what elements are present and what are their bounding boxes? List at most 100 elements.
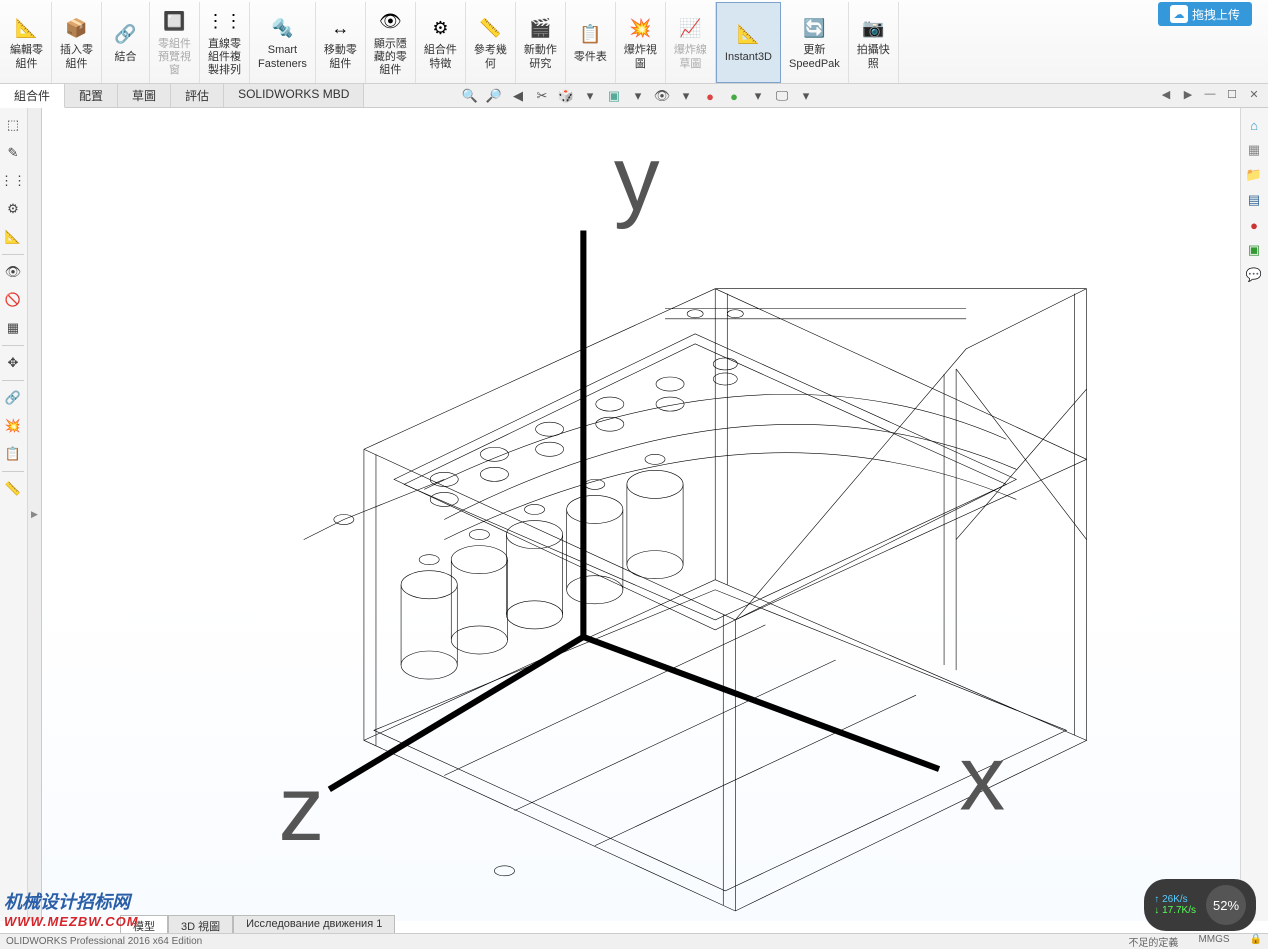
viewport-next-icon[interactable]: ▶ <box>1180 86 1196 102</box>
ribbon-icon: ⋮⋮ <box>211 8 239 36</box>
ribbon-icon: ⚙ <box>426 14 454 42</box>
sketch-icon[interactable]: ✎ <box>2 142 24 164</box>
speed-readout: ↑ 26K/s ↓ 17.7K/s <box>1154 894 1196 916</box>
file-explorer-icon[interactable]: 📁 <box>1243 164 1265 186</box>
ribbon-icon: ↔ <box>326 14 354 42</box>
status-units[interactable]: MMGS <box>1198 934 1229 949</box>
edit-appearance-icon[interactable]: ● <box>700 87 720 105</box>
cloud-icon: ☁ <box>1170 5 1188 23</box>
ribbon-更新speedpak[interactable]: 🔄更新 SpeedPak <box>781 2 849 83</box>
mate-icon[interactable]: 🔗 <box>2 387 24 409</box>
hide-show-icon[interactable]: 👁 <box>652 87 672 105</box>
move-icon[interactable]: ✥ <box>2 352 24 374</box>
ribbon-icon: 📏 <box>476 14 504 42</box>
ribbon-label: 零組件 預覽視 窗 <box>158 38 191 78</box>
view-orient-icon[interactable]: 🎲 <box>556 87 576 105</box>
tab-草圖[interactable]: 草圖 <box>118 84 171 107</box>
tab-配置[interactable]: 配置 <box>65 84 118 107</box>
svg-text:y: y <box>614 128 660 230</box>
watermark-logo: 机械设计招标网 WWW.MEZBW.COM <box>4 888 139 929</box>
ribbon-instant3d[interactable]: 📐 Instant3D <box>716 2 781 83</box>
isolate-icon[interactable]: ▦ <box>2 317 24 339</box>
separator-icon <box>2 254 24 255</box>
ribbon-移動零組件[interactable]: ↔移動零 組件 <box>316 2 366 83</box>
bottom-tab-Исследование движения 1[interactable]: Исследование движения 1 <box>233 915 395 935</box>
chevron-down-icon[interactable]: ▾ <box>628 87 648 105</box>
watermark-line2: WWW.MEZBW.COM <box>4 914 139 929</box>
ribbon-組合件特徵[interactable]: ⚙組合件 特徵 <box>416 2 466 83</box>
close-icon[interactable]: ✕ <box>1246 86 1262 102</box>
design-lib-icon[interactable]: ▦ <box>1243 139 1265 161</box>
chevron-down-icon[interactable]: ▾ <box>748 87 768 105</box>
status-flag-icon[interactable]: 🔒 <box>1250 934 1262 949</box>
workspace: ⬚ ✎ ⋮⋮ ⚙ 📐 👁 🚫 ▦ ✥ 🔗 💥 📋 📏 ▶ <box>0 108 1268 921</box>
ribbon-icon: 📈 <box>676 14 704 42</box>
ribbon-smartfasteners[interactable]: 🔩Smart Fasteners <box>250 2 316 83</box>
ribbon-icon: 🔗 <box>112 21 140 49</box>
forum-icon[interactable]: 💬 <box>1243 264 1265 286</box>
network-speed-widget[interactable]: ↑ 26K/s ↓ 17.7K/s 52% <box>1144 879 1256 931</box>
view-palette-icon[interactable]: ▤ <box>1243 189 1265 211</box>
display-style-icon[interactable]: ▣ <box>604 87 624 105</box>
ribbon-icon: 🎬 <box>526 14 554 42</box>
3d-viewport[interactable]: y x z <box>42 108 1268 921</box>
measure-icon[interactable]: 📏 <box>2 478 24 500</box>
bom-icon[interactable]: 📋 <box>2 443 24 465</box>
chevron-down-icon[interactable]: ▾ <box>580 87 600 105</box>
tab-組合件[interactable]: 組合件 <box>0 84 65 108</box>
zoom-area-icon[interactable]: 🔎 <box>484 87 504 105</box>
watermark-line1: 机械设计招标网 <box>4 888 139 914</box>
feature-icon[interactable]: ⚙ <box>2 198 24 220</box>
ribbon-編輯零組件[interactable]: 📐編輯零 組件 <box>2 2 52 83</box>
ribbon-label: Smart Fasteners <box>258 44 307 70</box>
explode-icon[interactable]: 💥 <box>2 415 24 437</box>
custom-props-icon[interactable]: ▣ <box>1243 239 1265 261</box>
ribbon-label: Instant3D <box>725 51 772 64</box>
ribbon-零組件預覽視窗: 🔲零組件 預覽視 窗 <box>150 2 200 83</box>
ribbon-icon: 🔩 <box>268 14 296 42</box>
ribbon-icon: 📐 <box>734 21 762 49</box>
ribbon-顯示隱藏的零組件[interactable]: 👁顯示隱 藏的零 組件 <box>366 2 416 83</box>
ribbon-爆炸視圖[interactable]: 💥爆炸視 圖 <box>616 2 666 83</box>
ribbon-插入零組件[interactable]: 📦插入零 組件 <box>52 2 102 83</box>
tab-評估[interactable]: 評估 <box>171 84 224 107</box>
assembly-icon[interactable]: ⬚ <box>2 114 24 136</box>
motion-study-tabs: 模型3D 視圖Исследование движения 1 <box>120 915 395 935</box>
ribbon-label: 結合 <box>115 51 137 64</box>
ribbon-label: 參考幾 何 <box>474 44 507 70</box>
prev-view-icon[interactable]: ◀ <box>508 87 528 105</box>
maximize-icon[interactable]: ☐ <box>1224 86 1240 102</box>
ribbon-直線零組件複製排列[interactable]: ⋮⋮直線零 組件複 製排列 <box>200 2 250 83</box>
apply-scene-icon[interactable]: ● <box>724 87 744 105</box>
section-view-icon[interactable]: ✂ <box>532 87 552 105</box>
ribbon-零件表[interactable]: 📋零件表 <box>566 2 616 83</box>
bottom-tab-3D 視圖[interactable]: 3D 視圖 <box>168 915 233 935</box>
ribbon-參考幾何[interactable]: 📏參考幾 何 <box>466 2 516 83</box>
ribbon-新動作研究[interactable]: 🎬新動作 研究 <box>516 2 566 83</box>
separator-icon <box>2 380 24 381</box>
chevron-down-icon[interactable]: ▾ <box>796 87 816 105</box>
ribbon-結合[interactable]: 🔗 結合 <box>102 2 150 83</box>
task-pane: ⌂ ▦ 📁 ▤ ● ▣ 💬 <box>1240 108 1268 921</box>
ribbon-icon: 📷 <box>859 14 887 42</box>
svg-text:z: z <box>279 758 325 860</box>
ribbon-拍攝快照[interactable]: 📷拍攝快 照 <box>849 2 899 83</box>
ribbon-icon: 🔲 <box>161 8 189 36</box>
chevron-down-icon[interactable]: ▾ <box>676 87 696 105</box>
feature-tree-handle[interactable]: ▶ <box>28 108 42 921</box>
ribbon-label: 直線零 組件複 製排列 <box>208 38 241 78</box>
minimize-icon[interactable]: — <box>1202 86 1218 102</box>
pattern-icon[interactable]: ⋮⋮ <box>2 170 24 192</box>
zoom-fit-icon[interactable]: 🔍 <box>460 87 480 105</box>
upload-drag-button[interactable]: ☁ 拖拽上传 <box>1158 2 1252 26</box>
reference-icon[interactable]: 📐 <box>2 226 24 248</box>
viewport-prev-icon[interactable]: ◀ <box>1158 86 1174 102</box>
tab-SOLIDWORKS MBD[interactable]: SOLIDWORKS MBD <box>224 84 364 107</box>
view-settings-icon[interactable]: 🖵 <box>772 87 792 105</box>
ribbon-label: 組合件 特徵 <box>424 44 457 70</box>
orientation-triad[interactable]: y x z <box>72 108 1268 891</box>
appearances-icon[interactable]: ● <box>1243 214 1265 236</box>
view-icon[interactable]: 👁 <box>2 261 24 283</box>
hide-icon[interactable]: 🚫 <box>2 289 24 311</box>
home-icon[interactable]: ⌂ <box>1243 114 1265 136</box>
